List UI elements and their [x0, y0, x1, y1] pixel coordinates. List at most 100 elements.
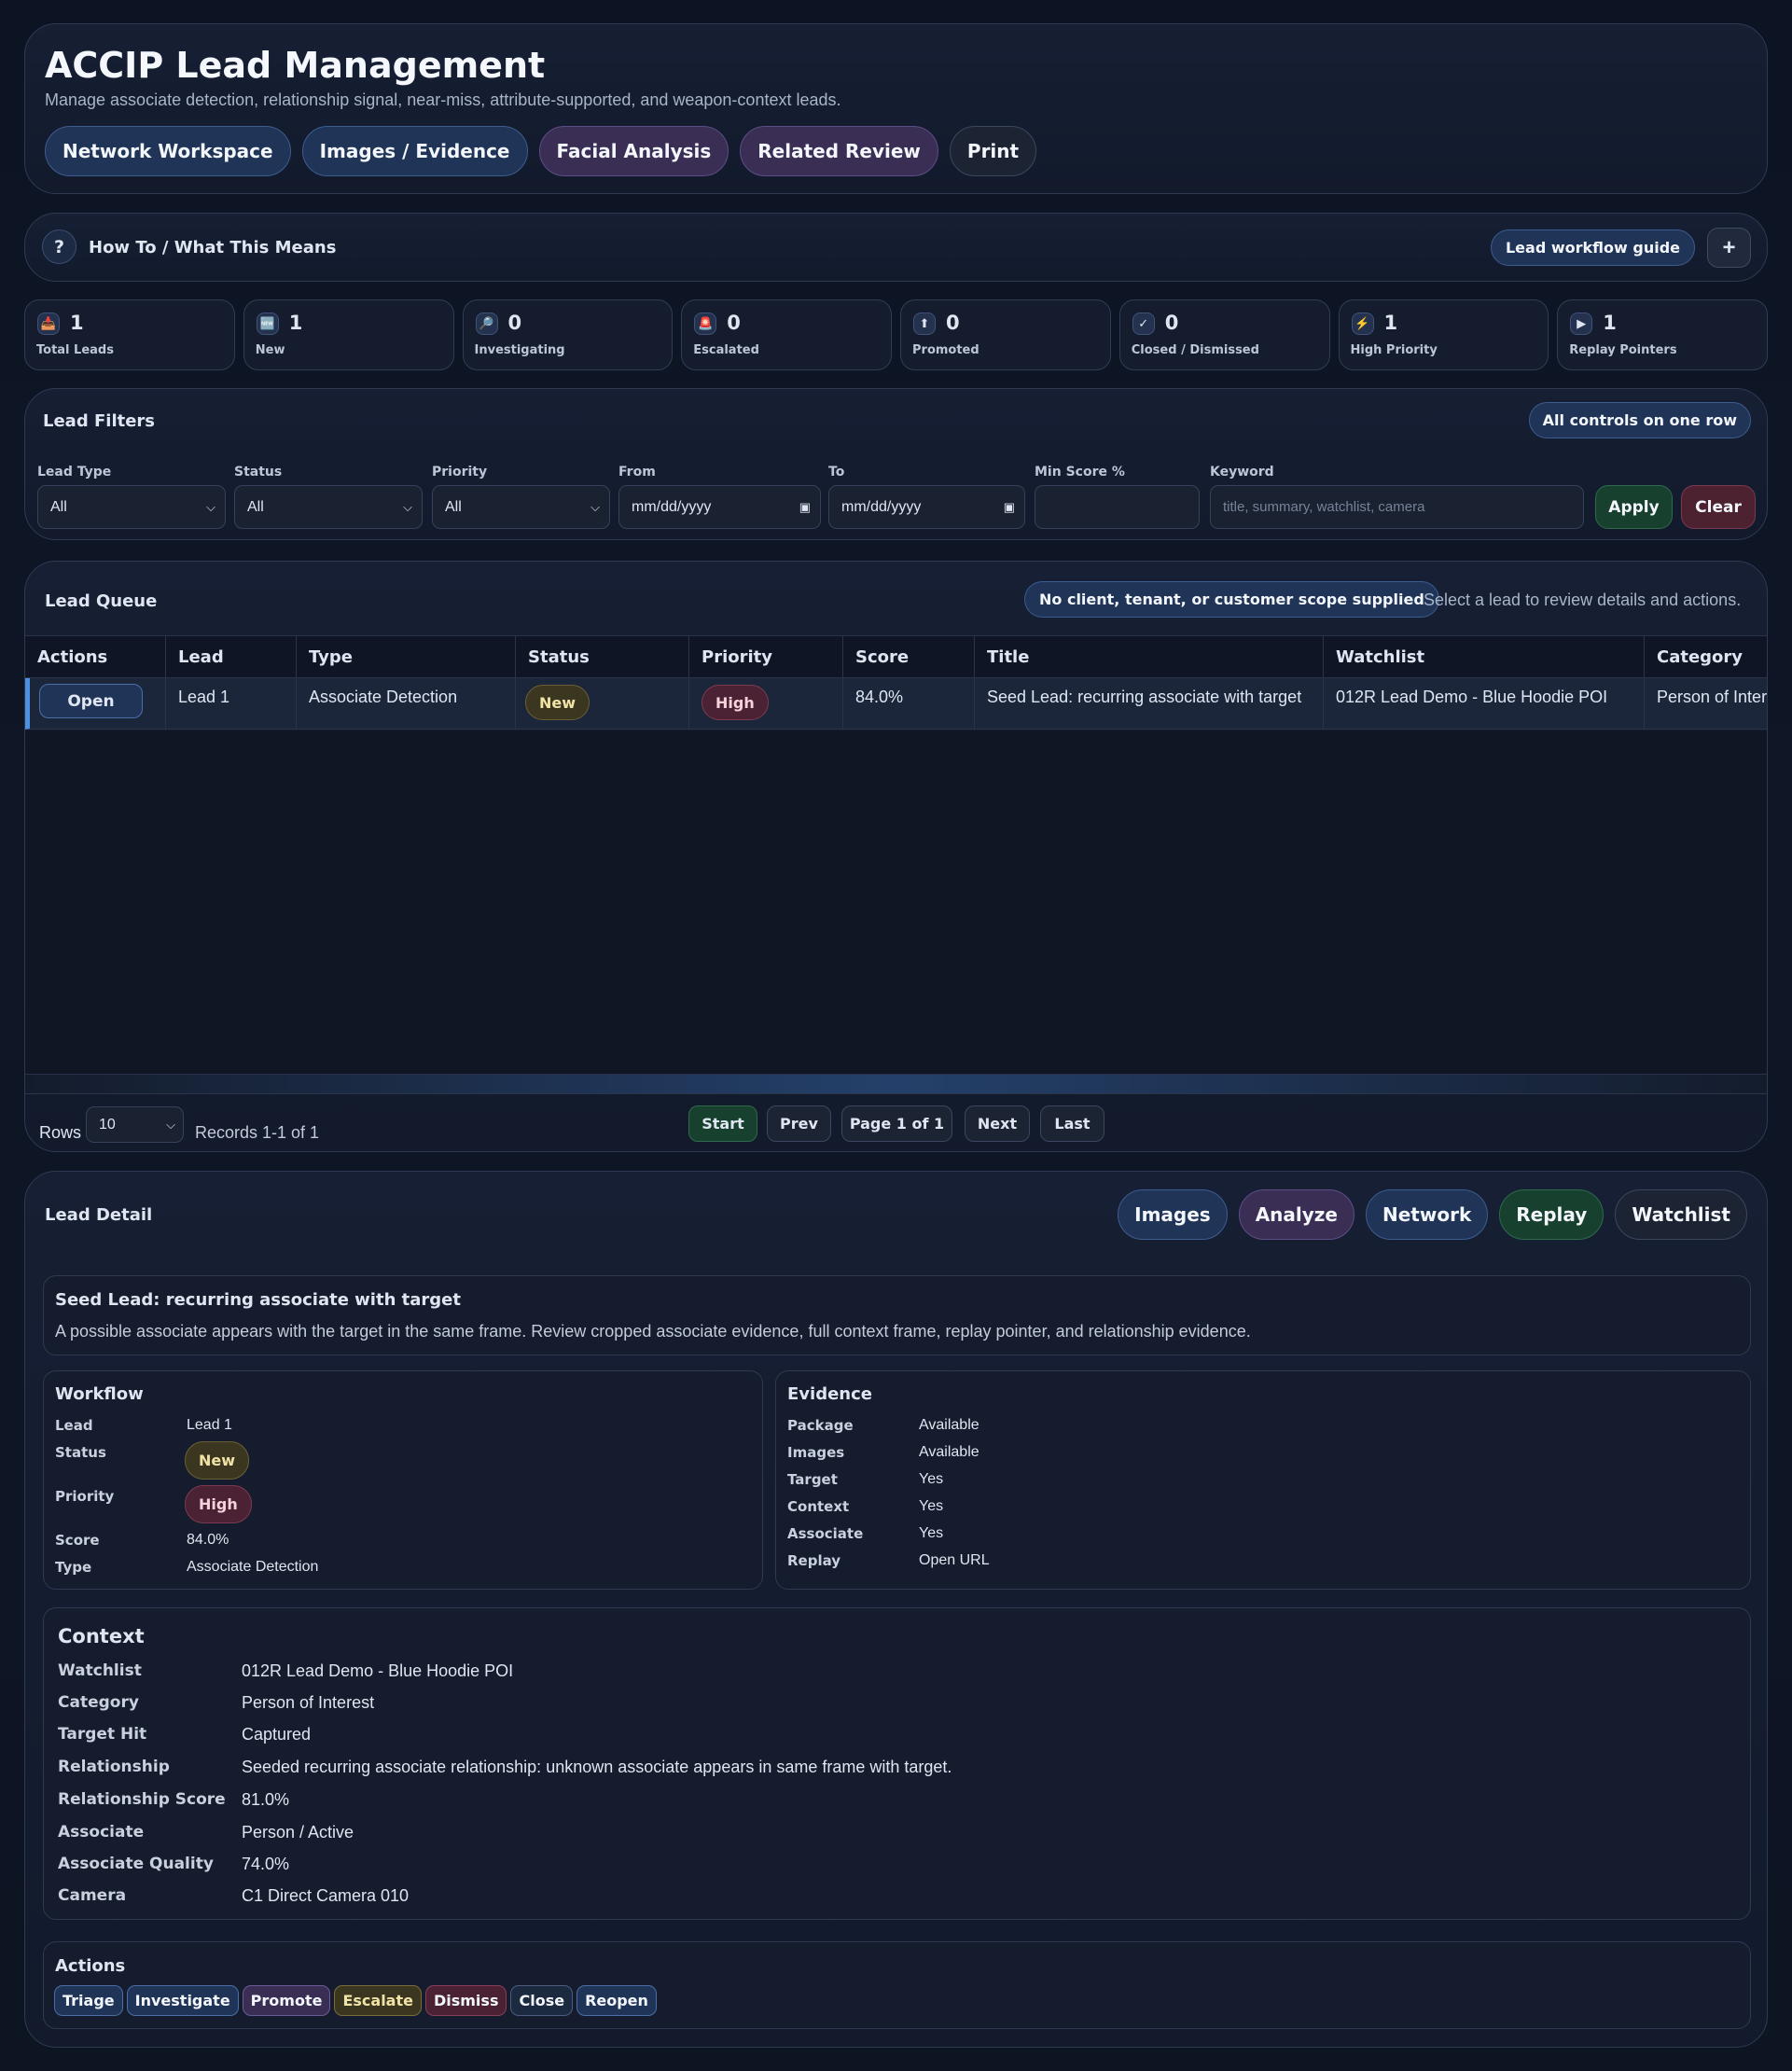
expand-button[interactable]: + — [1707, 228, 1751, 268]
help-icon: ? — [42, 229, 76, 264]
col-watchlist[interactable]: Watchlist — [1324, 636, 1645, 677]
evidence-replay-link[interactable]: Open URL — [919, 1552, 990, 1569]
evidence-images-key: Images — [787, 1444, 845, 1461]
min-score-label: Min Score % — [1035, 465, 1125, 480]
workflow-lead-key: Lead — [55, 1417, 93, 1434]
watchlist-button[interactable]: Watchlist — [1615, 1189, 1747, 1240]
chevron-down-icon: ⌵ — [403, 499, 412, 514]
rows-per-page-select[interactable]: 10 ⌵ — [86, 1106, 184, 1143]
dismiss-button[interactable]: Dismiss — [424, 1985, 507, 2016]
from-date-placeholder: mm/dd/yyyy — [632, 498, 712, 515]
workflow-status-badge: New — [185, 1441, 250, 1480]
lead-workflow-guide-badge: Lead workflow guide — [1490, 229, 1695, 266]
start-page-button[interactable]: Start — [688, 1105, 757, 1142]
col-title[interactable]: Title — [975, 636, 1324, 677]
workflow-box: Workflow Lead Lead 1 Status New Priority… — [43, 1370, 763, 1590]
stat-label: Closed / Dismissed — [1131, 343, 1259, 357]
col-category[interactable]: Category — [1645, 636, 1767, 677]
context-target-hit-value: Captured — [242, 1725, 312, 1744]
chevron-down-icon: ⌵ — [590, 499, 600, 514]
facial-analysis-button[interactable]: Facial Analysis — [538, 126, 729, 176]
howto-panel[interactable]: ? How To / What This Means Lead workflow… — [24, 213, 1768, 282]
col-status[interactable]: Status — [516, 636, 689, 677]
apply-button[interactable]: Apply — [1595, 485, 1673, 529]
images-button[interactable]: Images — [1118, 1189, 1228, 1240]
cell-title: Seed Lead: recurring associate with targ… — [975, 678, 1324, 729]
context-target-hit-key: Target Hit — [58, 1725, 147, 1744]
stat-value: 1 — [1603, 312, 1617, 334]
calendar-icon[interactable]: ▣ — [799, 500, 811, 515]
page-subtitle: Manage associate detection, relationship… — [45, 90, 841, 109]
last-page-button[interactable]: Last — [1040, 1105, 1104, 1142]
investigate-button[interactable]: Investigate — [126, 1985, 239, 2016]
lead-type-value: All — [50, 498, 67, 515]
network-button[interactable]: Network — [1366, 1189, 1489, 1240]
print-button[interactable]: Print — [949, 126, 1037, 176]
workflow-priority-key: Priority — [55, 1488, 115, 1505]
col-actions[interactable]: Actions — [25, 636, 166, 677]
table-row[interactable]: Open Lead 1 Associate Detection New High… — [25, 678, 1767, 730]
all-controls-badge: All controls on one row — [1528, 402, 1751, 438]
context-camera-value: C1 Direct Camera 010 — [242, 1886, 410, 1905]
context-relationship-score-value: 81.0% — [242, 1790, 290, 1809]
prev-page-button[interactable]: Prev — [767, 1105, 831, 1142]
summary-text: A possible associate appears with the ta… — [55, 1322, 1251, 1341]
evidence-images-value: Available — [919, 1444, 979, 1460]
replay-button[interactable]: Replay — [1499, 1189, 1604, 1240]
cell-score: 84.0% — [843, 678, 975, 729]
status-select[interactable]: All ⌵ — [234, 485, 423, 529]
new-icon: 🆕 — [256, 313, 279, 335]
howto-label[interactable]: How To / What This Means — [89, 238, 336, 257]
reopen-button[interactable]: Reopen — [576, 1985, 657, 2016]
summary-title: Seed Lead: recurring associate with targ… — [55, 1290, 461, 1310]
lead-type-select[interactable]: All ⌵ — [37, 485, 226, 529]
stat-value: 0 — [1164, 312, 1179, 334]
next-page-button[interactable]: Next — [965, 1105, 1030, 1142]
keyword-input[interactable]: title, summary, watchlist, camera — [1210, 485, 1584, 529]
calendar-icon[interactable]: ▣ — [1004, 500, 1015, 515]
horizontal-scrollbar[interactable] — [25, 1074, 1767, 1093]
context-associate-quality-value: 74.0% — [242, 1855, 290, 1873]
triage-button[interactable]: Triage — [54, 1985, 123, 2016]
cell-actions: Open — [30, 678, 166, 729]
stat-closed-dismissed: ✓ 0 Closed / Dismissed — [1118, 299, 1330, 370]
context-category-key: Category — [58, 1693, 139, 1712]
col-score[interactable]: Score — [843, 636, 975, 677]
from-date-input[interactable]: mm/dd/yyyy ▣ — [618, 485, 821, 529]
filters-title: Lead Filters — [43, 411, 156, 431]
network-workspace-button[interactable]: Network Workspace — [45, 126, 291, 176]
records-count: Records 1-1 of 1 — [195, 1123, 320, 1142]
col-priority[interactable]: Priority — [689, 636, 843, 677]
stat-label: Promoted — [912, 343, 979, 357]
col-type[interactable]: Type — [297, 636, 516, 677]
context-relationship-key: Relationship — [58, 1758, 170, 1776]
col-lead[interactable]: Lead — [166, 636, 297, 677]
related-review-button[interactable]: Related Review — [740, 126, 938, 176]
priority-label: Priority — [432, 465, 488, 480]
context-category-value: Person of Interest — [242, 1693, 375, 1712]
stat-new: 🆕 1 New — [243, 299, 454, 370]
detail-title: Lead Detail — [45, 1205, 153, 1225]
evidence-replay-key: Replay — [787, 1552, 841, 1569]
images-evidence-button[interactable]: Images / Evidence — [301, 126, 528, 176]
close-button[interactable]: Close — [510, 1985, 574, 2016]
min-score-input[interactable] — [1035, 485, 1200, 529]
lead-summary-box: Seed Lead: recurring associate with targ… — [43, 1275, 1751, 1355]
workflow-score-value: 84.0% — [187, 1532, 229, 1548]
open-lead-button[interactable]: Open — [39, 684, 143, 718]
lead-type-label: Lead Type — [37, 465, 112, 480]
analyze-button[interactable]: Analyze — [1238, 1189, 1354, 1240]
status-badge: New — [525, 685, 590, 720]
to-date-placeholder: mm/dd/yyyy — [841, 498, 922, 515]
stat-label: Escalated — [693, 343, 759, 357]
clear-button[interactable]: Clear — [1681, 485, 1756, 529]
promote-button[interactable]: Promote — [242, 1985, 331, 2016]
header-panel: ACCIP Lead Management Manage associate d… — [24, 23, 1768, 194]
to-label: To — [828, 465, 845, 480]
siren-icon: 🚨 — [694, 313, 717, 335]
lead-queue-panel: Lead Queue No client, tenant, or custome… — [24, 561, 1768, 1152]
keyword-label: Keyword — [1210, 465, 1274, 480]
to-date-input[interactable]: mm/dd/yyyy ▣ — [828, 485, 1025, 529]
priority-select[interactable]: All ⌵ — [432, 485, 610, 529]
escalate-button[interactable]: Escalate — [334, 1985, 422, 2016]
